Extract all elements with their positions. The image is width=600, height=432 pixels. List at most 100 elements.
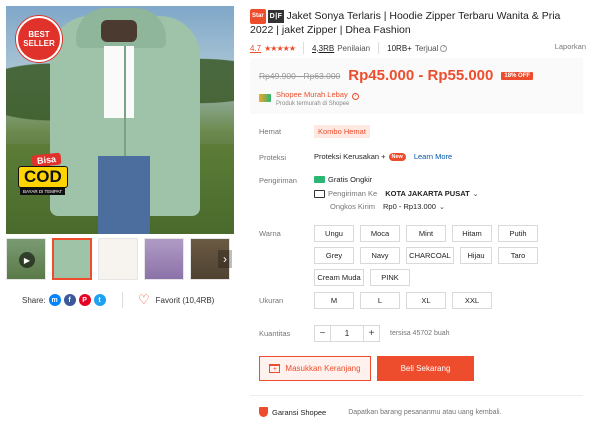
kuantitas-label: Kuantitas [259,329,291,338]
thumbnail-video[interactable]: ▶ [6,238,46,280]
color-option[interactable]: PINK [370,269,410,286]
color-option[interactable]: Ungu [314,225,354,242]
pinterest-icon[interactable]: P [78,294,91,306]
divider [250,395,583,396]
size-option[interactable]: XL [406,292,446,309]
sold-count: 10RB+ [387,43,412,53]
color-option[interactable]: Taro [498,247,538,264]
color-option[interactable]: Grey [314,247,354,264]
rating-stars-icon: ★★★★★ [264,43,296,53]
size-option[interactable]: M [314,292,354,309]
sold-label: Terjual [414,43,439,53]
add-to-cart-label: Masukkan Keranjang [285,364,361,373]
size-options: M L XL XXL [314,292,574,309]
shop-label-text: Shopee Murah Lebay [276,90,348,99]
product-title-text: Jaket Sonya Terlaris | Hoodie Zipper Ter… [250,10,561,36]
price-box: Rp49.900 - Rp63.000 Rp45.000 - Rp55.000 … [250,58,583,114]
free-shipping-icon [314,176,325,183]
heart-icon: ♡ [138,292,150,307]
color-option[interactable]: CHARCOAL [406,247,454,264]
play-icon: ▶ [19,252,35,268]
quantity-stepper: − 1 + tersisa 45702 buah [314,325,450,342]
add-to-cart-button[interactable]: + Masukkan Keranjang [259,356,371,381]
quantity-decrease-button[interactable]: − [314,325,331,342]
best-seller-badge: BEST SELLER [16,16,62,62]
reviews-label: Penilaian [337,43,371,53]
original-price: Rp49.900 - Rp63.000 [259,70,341,81]
color-option[interactable]: Hitam [452,225,492,242]
proteksi-label: Proteksi [259,153,287,162]
thumbnail[interactable] [98,238,138,280]
product-main-image[interactable]: BEST SELLER Bisa COD BAYAR DI TEMPAT [6,6,234,234]
thumbnail-strip: ▶ [6,238,234,280]
free-shipping-text: Gratis Ongkir [328,175,373,184]
size-option[interactable]: L [360,292,400,309]
help-icon[interactable]: ? [440,44,448,52]
shopee-murah-lebay-label[interactable]: Shopee Murah Lebay ? [276,90,359,100]
product-details: Star D|F Jaket Sonya Terlaris | Hoodie Zip… [250,0,594,432]
shield-icon [259,407,268,417]
divider [122,292,123,308]
reviews-count[interactable]: 4,3RB [312,44,334,53]
cod-badge: Bisa COD BAYAR DI TEMPAT [18,152,80,200]
color-option[interactable]: Moca [360,225,400,242]
shop-label-subtext: Produk termurah di Shopee [276,101,350,107]
color-option[interactable]: Cream Muda [314,269,364,286]
facebook-icon[interactable]: f [63,294,76,306]
shipping-cost-label: Ongkos Kirim [330,202,376,211]
shop-brand-badge: D|F [267,10,285,23]
shopee-guarantee[interactable]: Garansi Shopee Dapatkan barang pesananmu… [259,407,502,417]
free-shipping-row: Gratis Ongkir [314,175,372,184]
product-page: BEST SELLER Bisa COD BAYAR DI TEMPAT ▶ ›… [0,0,600,432]
report-link[interactable]: Laporkan [555,42,586,51]
twitter-icon[interactable]: t [93,294,106,306]
protection-row: Proteksi Kerusakan + New Learn More [314,152,452,161]
discount-badge: 18% OFF [501,71,534,80]
guarantee-description: Dapatkan barang pesananmu atau uang kemb… [348,408,502,416]
buy-now-button[interactable]: Beli Sekarang [377,356,474,381]
warna-label: Warna [259,229,281,238]
color-option[interactable]: Hijau [460,247,492,264]
cod-badge-sub: BAYAR DI TEMPAT [20,188,66,195]
model-hair [101,20,137,42]
shipping-to-label: Pengiriman Ke [328,189,378,198]
thumbnail-next-arrow-icon[interactable]: › [218,250,232,268]
share-label: Share: [22,295,46,305]
help-icon[interactable]: ? [351,92,359,100]
color-options: Ungu Moca Mint Hitam Putih Grey Navy CHA… [314,225,574,286]
cod-badge-main: COD [18,166,68,188]
thumbnail[interactable] [52,238,92,280]
shipping-cost-value: Rp0 - Rp13.000 [383,202,436,211]
thumbnail[interactable] [144,238,184,280]
quantity-input[interactable]: 1 [331,325,363,342]
shopee-murah-lebay-icon [259,94,271,102]
price-row: Rp49.900 - Rp63.000 Rp45.000 - Rp55.000 … [259,67,534,84]
chevron-down-icon: ⌄ [472,190,479,198]
rating-value[interactable]: 4.7 [250,44,261,53]
color-option[interactable]: Putih [498,225,538,242]
favorite-label: Favorit (10,4RB) [155,295,215,305]
shipping-destination: KOTA JAKARTA PUSAT [385,189,470,198]
pengiriman-label: Pengiriman [259,176,297,185]
protection-text: Proteksi Kerusakan + [314,152,386,161]
learn-more-link[interactable]: Learn More [414,152,452,161]
share-row: Share: m f P t [22,294,106,306]
kombo-hemat-tag[interactable]: Kombo Hemat [314,125,370,138]
size-option[interactable]: XXL [452,292,492,309]
guarantee-title: Garansi Shopee [272,407,327,417]
ukuran-label: Ukuran [259,296,284,305]
quantity-increase-button[interactable]: + [363,325,380,342]
shipping-destination-row[interactable]: Pengiriman Ke KOTA JAKARTA PUSAT ⌄ [314,189,479,198]
product-title: Star D|F Jaket Sonya Terlaris | Hoodie Zip… [250,9,586,37]
model-jeans [98,156,150,234]
truck-icon [314,189,325,198]
cart-plus-icon: + [269,364,281,373]
star-badge: Star [250,9,266,24]
hemat-label: Hemat [259,127,282,136]
color-option[interactable]: Mint [406,225,446,242]
shipping-cost-row[interactable]: Ongkos Kirim Rp0 - Rp13.000 ⌄ [330,202,445,211]
favorite-button[interactable]: ♡ Favorit (10,4RB) [138,292,215,307]
chevron-down-icon: ⌄ [438,203,445,211]
messenger-icon[interactable]: m [48,294,61,306]
color-option[interactable]: Navy [360,247,400,264]
